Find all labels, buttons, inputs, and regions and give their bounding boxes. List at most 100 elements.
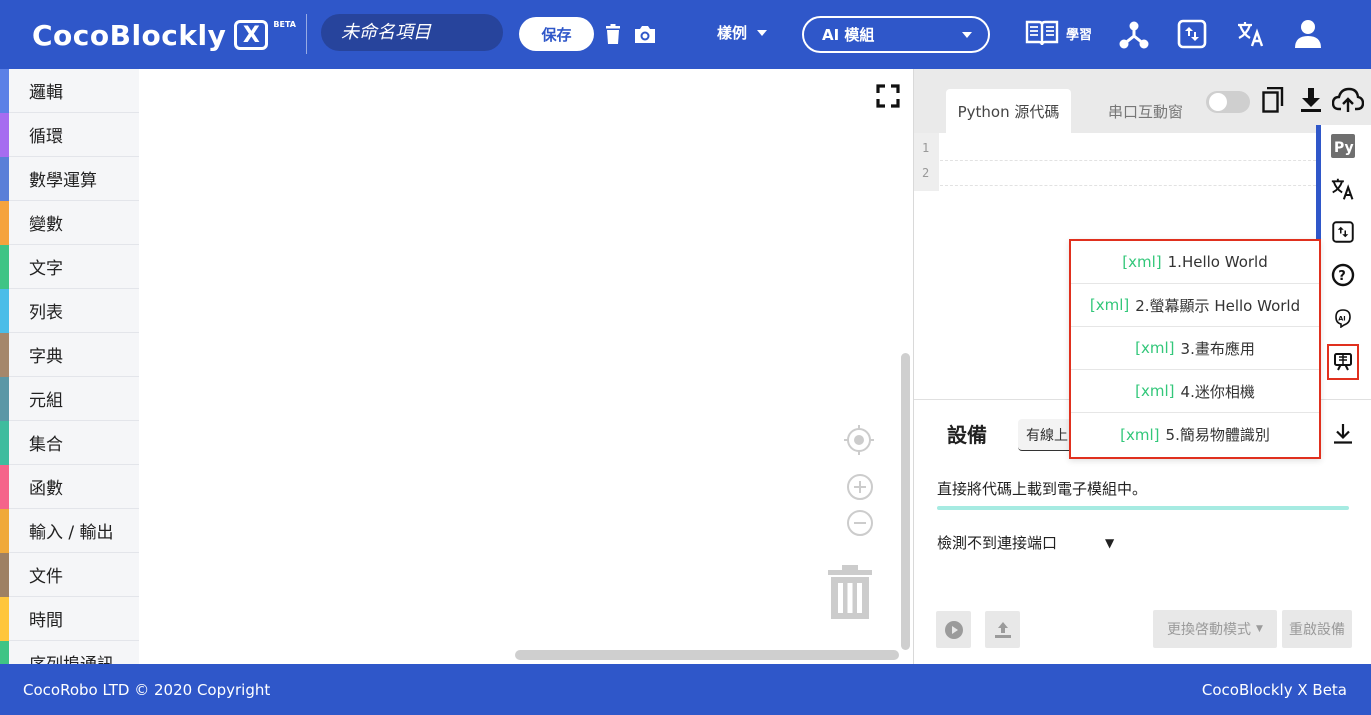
upload-button[interactable] bbox=[985, 611, 1020, 648]
example-name: 3.畫布應用 bbox=[1180, 339, 1255, 358]
toggle-knob bbox=[1209, 93, 1227, 111]
block-category-sidebar: 邏輯循環數學運算變數文字列表字典元組集合函數輸入 / 輸出文件時間序列埠通訊 bbox=[0, 69, 139, 664]
category-label: 循環 bbox=[29, 127, 63, 147]
workspace-vertical-scrollbar[interactable] bbox=[901, 353, 910, 650]
category-color-bar bbox=[0, 289, 9, 333]
example-name: 4.迷你相機 bbox=[1180, 382, 1255, 401]
caret-down-icon: ▼ bbox=[1105, 535, 1115, 550]
switch-boot-mode-button[interactable]: 更換啓動模式 ▼ bbox=[1153, 610, 1277, 648]
line-number: 2 bbox=[922, 166, 930, 180]
category-item[interactable]: 變數 bbox=[0, 201, 139, 245]
device-description: 直接將代碼上載到電子模組中。 bbox=[937, 480, 1148, 498]
footer: CocoRobo LTD © 2020 Copyright CocoBlockl… bbox=[0, 664, 1371, 715]
blockly-workspace[interactable] bbox=[139, 69, 913, 664]
download-icon[interactable] bbox=[1330, 420, 1356, 446]
category-item[interactable]: 時間 bbox=[0, 597, 139, 641]
category-item[interactable]: 文件 bbox=[0, 553, 139, 597]
workspace-horizontal-scrollbar[interactable] bbox=[515, 650, 899, 660]
book-icon bbox=[1025, 20, 1059, 46]
code-line bbox=[940, 160, 1316, 161]
category-color-bar bbox=[0, 113, 9, 157]
category-color-bar bbox=[0, 597, 9, 641]
category-color-bar bbox=[0, 201, 9, 245]
beta-label: BETA bbox=[273, 20, 296, 29]
category-label: 數學運算 bbox=[29, 171, 97, 191]
chevron-down-icon bbox=[962, 31, 972, 38]
category-item[interactable]: 列表 bbox=[0, 289, 139, 333]
category-label: 文件 bbox=[29, 567, 63, 587]
xml-tag: [xml] bbox=[1089, 296, 1130, 314]
trash-can-icon[interactable] bbox=[826, 564, 874, 620]
category-color-bar bbox=[0, 641, 9, 664]
port-status: 檢測不到連接端口 bbox=[937, 534, 1058, 552]
python-icon[interactable]: Py bbox=[1327, 131, 1359, 161]
examples-board-icon[interactable] bbox=[1327, 344, 1359, 380]
switch-boot-mode-label: 更換啓動模式 bbox=[1167, 622, 1252, 638]
learn-button[interactable]: 學習 bbox=[1024, 18, 1092, 48]
examples-dropdown[interactable]: 樣例 bbox=[717, 22, 768, 43]
copy-icon[interactable] bbox=[1261, 86, 1285, 114]
module-select-value: AI 模組 bbox=[822, 26, 875, 44]
category-item[interactable]: 序列埠通訊 bbox=[0, 641, 139, 664]
examples-menu: [xml] 1.Hello World [xml] 2.螢幕顯示 Hello Worl… bbox=[1069, 239, 1321, 459]
category-label: 元組 bbox=[29, 391, 63, 411]
upload-progress-bar bbox=[937, 506, 1349, 510]
upload-device-icon[interactable] bbox=[1327, 217, 1359, 247]
svg-text:Py: Py bbox=[1334, 140, 1354, 156]
brand-x-badge: X bbox=[234, 20, 269, 50]
category-color-bar bbox=[0, 465, 9, 509]
category-label: 邏輯 bbox=[29, 83, 63, 103]
category-item[interactable]: 字典 bbox=[0, 333, 139, 377]
category-item[interactable]: 元組 bbox=[0, 377, 139, 421]
examples-label: 樣例 bbox=[717, 24, 748, 42]
fullscreen-icon[interactable] bbox=[874, 83, 902, 109]
line-number: 1 bbox=[922, 141, 930, 155]
example-menu-item[interactable]: [xml] 1.Hello World bbox=[1071, 241, 1319, 284]
category-color-bar bbox=[0, 377, 9, 421]
example-name: 1.Hello World bbox=[1167, 253, 1268, 271]
translate-icon[interactable] bbox=[1236, 20, 1266, 48]
trash-icon[interactable] bbox=[604, 23, 622, 45]
example-menu-item[interactable]: [xml] 2.螢幕顯示 Hello World bbox=[1071, 284, 1319, 327]
category-item[interactable]: 集合 bbox=[0, 421, 139, 465]
brand-logo[interactable]: CocoBlockly X BETA bbox=[32, 14, 296, 56]
port-select[interactable]: 檢測不到連接端口 ▼ bbox=[937, 532, 1114, 553]
category-item[interactable]: 文字 bbox=[0, 245, 139, 289]
save-button[interactable]: 保存 bbox=[519, 17, 594, 51]
category-label: 列表 bbox=[29, 303, 63, 323]
zoom-in-icon[interactable] bbox=[845, 472, 875, 502]
translate-icon[interactable] bbox=[1327, 174, 1359, 204]
tab-python-source[interactable]: Python 源代碼 bbox=[946, 89, 1071, 133]
svg-text:?: ? bbox=[1338, 269, 1346, 284]
module-select[interactable]: AI 模組 bbox=[802, 16, 990, 53]
category-item[interactable]: 函數 bbox=[0, 465, 139, 509]
camera-icon[interactable] bbox=[632, 23, 658, 45]
category-label: 時間 bbox=[29, 611, 63, 631]
example-menu-item[interactable]: [xml] 5.簡易物體識別 bbox=[1071, 413, 1319, 456]
tab-serial-console[interactable]: 串口互動窗 bbox=[1108, 101, 1183, 122]
category-item[interactable]: 輸入 / 輸出 bbox=[0, 509, 139, 553]
category-item[interactable]: 循環 bbox=[0, 113, 139, 157]
category-color-bar bbox=[0, 553, 9, 597]
example-menu-item[interactable]: [xml] 3.畫布應用 bbox=[1071, 327, 1319, 370]
run-button[interactable] bbox=[936, 611, 971, 648]
upload-device-icon[interactable] bbox=[1175, 17, 1209, 51]
footer-version: CocoBlockly X Beta bbox=[1201, 681, 1347, 699]
category-color-bar bbox=[0, 245, 9, 289]
help-icon[interactable]: ? bbox=[1327, 260, 1359, 290]
download-icon[interactable] bbox=[1299, 86, 1323, 114]
category-item[interactable]: 數學運算 bbox=[0, 157, 139, 201]
restart-device-button[interactable]: 重啟設備 bbox=[1282, 610, 1352, 648]
category-item[interactable]: 邏輯 bbox=[0, 69, 139, 113]
example-menu-item[interactable]: [xml] 4.迷你相機 bbox=[1071, 370, 1319, 413]
project-name-input[interactable] bbox=[321, 14, 503, 51]
xml-tag: [xml] bbox=[1135, 339, 1175, 357]
ai-assistant-icon[interactable]: AI bbox=[1327, 303, 1359, 333]
cloud-upload-icon[interactable] bbox=[1332, 86, 1364, 114]
top-bar: CocoBlockly X BETA 保存 樣例 AI 模組 學習 bbox=[0, 0, 1371, 69]
share-graph-icon[interactable] bbox=[1118, 18, 1150, 50]
user-icon[interactable] bbox=[1291, 17, 1325, 51]
footer-copyright: CocoRobo LTD © 2020 Copyright bbox=[23, 681, 271, 699]
recenter-icon[interactable] bbox=[843, 424, 875, 456]
zoom-out-icon[interactable] bbox=[845, 508, 875, 538]
